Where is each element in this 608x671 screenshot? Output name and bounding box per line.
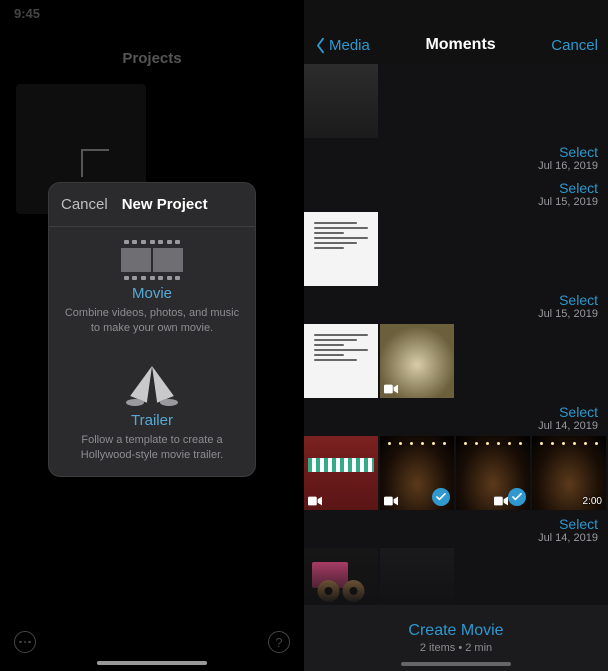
section-select-button[interactable]: Select bbox=[559, 404, 598, 420]
help-icon: ? bbox=[275, 635, 282, 650]
donut-icon bbox=[318, 580, 365, 602]
cancel-button[interactable]: Cancel bbox=[551, 37, 598, 54]
thumb-row bbox=[304, 324, 608, 400]
moments-list[interactable]: Select Jul 16, 2019 Select Jul 15, 2019 … bbox=[304, 64, 608, 605]
home-indicator bbox=[97, 661, 207, 665]
video-icon bbox=[494, 496, 508, 506]
thumb-row bbox=[304, 64, 608, 140]
spotlights-icon bbox=[122, 362, 182, 408]
media-thumb[interactable] bbox=[456, 436, 530, 510]
more-button[interactable] bbox=[14, 631, 36, 653]
create-movie-footer: Create Movie 2 items • 2 min bbox=[304, 605, 608, 671]
section-date: Jul 16, 2019 bbox=[538, 160, 598, 172]
create-movie-button[interactable]: Create Movie bbox=[408, 622, 503, 640]
section-select-button[interactable]: Select bbox=[559, 516, 598, 532]
movie-option[interactable]: Movie Combine videos, photos, and music … bbox=[49, 227, 255, 350]
section-date: Jul 14, 2019 bbox=[538, 532, 598, 544]
video-duration: 2:00 bbox=[583, 496, 602, 507]
selected-check-icon bbox=[508, 488, 526, 506]
section-header: Select Jul 16, 2019 bbox=[304, 140, 608, 176]
media-thumb[interactable] bbox=[380, 548, 454, 605]
moments-screen: Media Moments Cancel Select Jul 16, 2019… bbox=[304, 0, 608, 671]
moments-header: Media Moments Cancel bbox=[304, 0, 608, 64]
video-icon bbox=[384, 496, 398, 506]
trailer-option-title: Trailer bbox=[63, 412, 241, 429]
section-date: Jul 15, 2019 bbox=[538, 196, 598, 208]
section-header: Select Jul 15, 2019 bbox=[304, 288, 608, 324]
thumb-row: 2:00 bbox=[304, 436, 608, 512]
section-date: Jul 14, 2019 bbox=[538, 420, 598, 432]
media-thumb[interactable] bbox=[304, 212, 378, 286]
document-icon bbox=[314, 334, 368, 388]
create-movie-subtitle: 2 items • 2 min bbox=[420, 642, 492, 654]
help-button[interactable]: ? bbox=[268, 631, 290, 653]
section-header: Select Jul 14, 2019 bbox=[304, 512, 608, 548]
section-date: Jul 15, 2019 bbox=[538, 308, 598, 320]
media-thumb[interactable] bbox=[304, 324, 378, 398]
projects-heading: Projects bbox=[0, 50, 304, 67]
media-thumb[interactable] bbox=[380, 324, 454, 398]
media-thumb[interactable] bbox=[304, 548, 378, 605]
trailer-option[interactable]: Trailer Follow a template to create a Ho… bbox=[49, 350, 255, 477]
section-select-button[interactable]: Select bbox=[559, 292, 598, 308]
section-header: Select Jul 14, 2019 bbox=[304, 400, 608, 436]
modal-header: Cancel New Project bbox=[49, 183, 255, 227]
modal-cancel-button[interactable]: Cancel bbox=[61, 196, 108, 213]
media-thumb[interactable] bbox=[304, 436, 378, 510]
home-indicator bbox=[401, 662, 511, 666]
video-icon bbox=[308, 496, 322, 506]
projects-screen: 9:45 Projects Cancel New Project Movie C… bbox=[0, 0, 304, 671]
thumb-row bbox=[304, 212, 608, 288]
section-header: Select Jul 15, 2019 bbox=[304, 176, 608, 212]
modal-title: New Project bbox=[122, 196, 208, 213]
new-project-modal: Cancel New Project Movie Combine videos,… bbox=[48, 182, 256, 477]
media-thumb[interactable]: 2:00 bbox=[532, 436, 606, 510]
video-icon bbox=[384, 384, 398, 394]
media-thumb[interactable] bbox=[380, 436, 454, 510]
section-select-button[interactable]: Select bbox=[559, 180, 598, 196]
thumb-row bbox=[304, 548, 608, 605]
media-thumb[interactable] bbox=[304, 64, 378, 138]
section-select-button[interactable]: Select bbox=[559, 144, 598, 160]
movie-option-title: Movie bbox=[63, 285, 241, 302]
document-icon bbox=[314, 222, 368, 276]
selected-check-icon bbox=[432, 488, 450, 506]
filmstrip-icon bbox=[120, 239, 184, 281]
back-label: Media bbox=[329, 37, 370, 54]
trailer-option-desc: Follow a template to create a Hollywood-… bbox=[63, 433, 241, 463]
back-button[interactable]: Media bbox=[314, 37, 370, 54]
status-time: 9:45 bbox=[14, 6, 40, 21]
movie-option-desc: Combine videos, photos, and music to mak… bbox=[63, 306, 241, 336]
chevron-left-icon bbox=[314, 37, 327, 54]
moments-title: Moments bbox=[425, 36, 495, 54]
